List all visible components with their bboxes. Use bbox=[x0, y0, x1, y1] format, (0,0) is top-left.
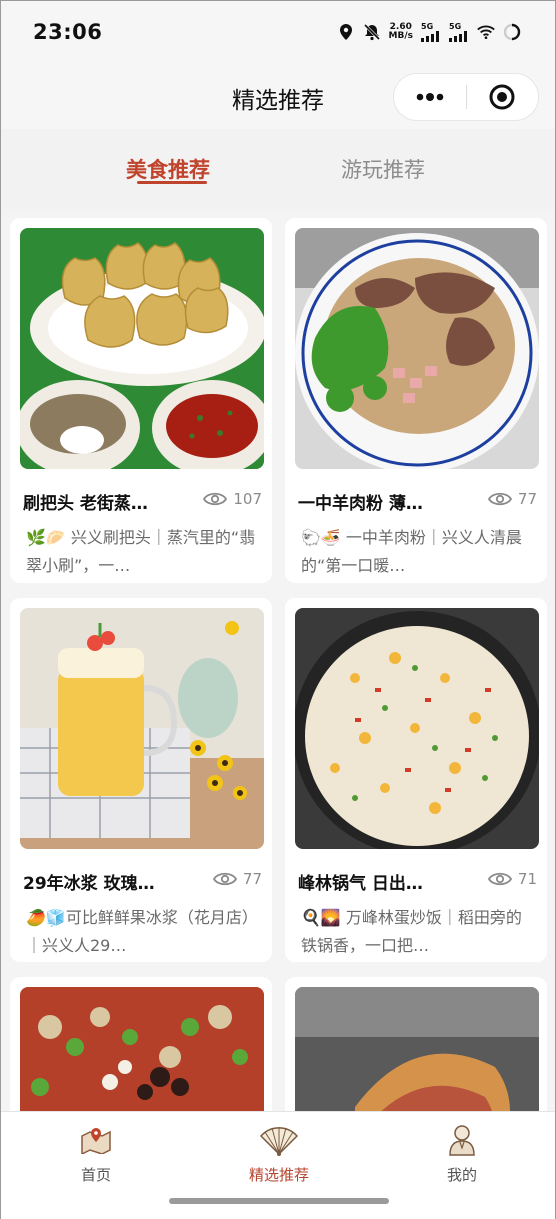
card-title: 刷把头 老街蒸… bbox=[23, 494, 148, 514]
map-pin-icon bbox=[81, 1128, 111, 1154]
nav-header: 精选推荐 bbox=[1, 63, 555, 129]
view-count: 77 bbox=[487, 490, 537, 508]
card-description: 🥭🧊可比鲜鲜果冰浆（花月店）｜兴义人29… bbox=[26, 908, 258, 955]
tab-food[interactable]: 美食推荐 bbox=[126, 154, 210, 184]
fan-icon bbox=[259, 1127, 299, 1156]
food-card[interactable]: 一中羊肉粉 薄… 77 🐑🍜 一中羊肉粉｜兴义人清晨的“第一口暖… bbox=[285, 218, 547, 583]
card-description: 🌿🥟 兴义刷把头｜蒸汽里的“翡翠小刷”，一… bbox=[26, 528, 256, 575]
card-title: 29年冰浆 玫瑰… bbox=[23, 874, 155, 894]
view-count-value: 77 bbox=[242, 870, 262, 888]
more-dots-icon bbox=[416, 93, 444, 101]
home-indicator[interactable] bbox=[169, 1198, 389, 1204]
net-speed: 2.60 MB/s bbox=[389, 23, 413, 41]
eye-icon bbox=[487, 872, 512, 886]
signal-label-2: 5G bbox=[449, 21, 462, 31]
battery-icon bbox=[503, 23, 521, 41]
nav-featured[interactable]: 精选推荐 bbox=[214, 1124, 344, 1185]
category-tabs: 美食推荐 游玩推荐 bbox=[1, 129, 555, 209]
view-count-value: 71 bbox=[517, 870, 537, 888]
mute-icon bbox=[363, 23, 381, 41]
close-button[interactable] bbox=[467, 74, 539, 120]
food-image-ice-drink bbox=[20, 608, 264, 849]
eye-icon bbox=[487, 492, 512, 506]
nav-mine-label: 我的 bbox=[446, 1166, 477, 1184]
view-count-value: 77 bbox=[517, 490, 537, 508]
net-speed-unit: MB/s bbox=[388, 31, 413, 41]
tab-travel[interactable]: 游玩推荐 bbox=[341, 154, 425, 184]
signal-icon: 5G bbox=[421, 21, 441, 42]
nav-home[interactable]: 首页 bbox=[31, 1124, 161, 1185]
card-description: 🐑🍜 一中羊肉粉｜兴义人清晨的“第一口暖… bbox=[301, 528, 522, 575]
status-icons: 2.60 MB/s 5G 5G bbox=[337, 21, 521, 42]
mini-program-capsule bbox=[393, 73, 539, 121]
view-count: 107 bbox=[203, 490, 262, 508]
food-card[interactable]: 峰林锅气 日出… 71 🍳🌄 万峰林蛋炒饭｜稻田旁的铁锅香，一口把… bbox=[285, 598, 547, 962]
food-card[interactable]: 29年冰浆 玫瑰… 77 🥭🧊可比鲜鲜果冰浆（花月店）｜兴义人29… bbox=[10, 598, 272, 962]
card-description: 🍳🌄 万峰林蛋炒饭｜稻田旁的铁锅香，一口把… bbox=[301, 908, 522, 955]
eye-icon bbox=[203, 492, 228, 506]
signal-label-1: 5G bbox=[421, 21, 434, 31]
food-image-fried-rice bbox=[295, 608, 539, 849]
person-icon bbox=[449, 1125, 475, 1156]
wifi-icon bbox=[477, 23, 495, 41]
view-count-value: 107 bbox=[233, 490, 262, 508]
view-count: 71 bbox=[487, 870, 537, 888]
nav-featured-label: 精选推荐 bbox=[248, 1166, 309, 1184]
food-image-shaomai bbox=[20, 228, 264, 469]
card-title: 峰林锅气 日出… bbox=[298, 874, 423, 894]
status-time: 23:06 bbox=[33, 20, 103, 44]
location-icon bbox=[337, 23, 355, 41]
food-card[interactable]: 刷把头 老街蒸… 107 🌿🥟 兴义刷把头｜蒸汽里的“翡翠小刷”，一… bbox=[10, 218, 272, 583]
food-image-mutton-noodle bbox=[295, 228, 539, 469]
nav-home-label: 首页 bbox=[80, 1166, 111, 1184]
active-tab-underline bbox=[137, 181, 207, 184]
signal-icon-2: 5G bbox=[449, 21, 469, 42]
card-title: 一中羊肉粉 薄… bbox=[298, 494, 423, 514]
status-bar: 23:06 2.60 MB/s 5G 5G bbox=[1, 1, 555, 63]
more-button[interactable] bbox=[394, 74, 466, 120]
view-count: 77 bbox=[212, 870, 262, 888]
nav-mine[interactable]: 我的 bbox=[397, 1124, 527, 1185]
target-circle-icon bbox=[489, 84, 515, 110]
eye-icon bbox=[212, 872, 237, 886]
